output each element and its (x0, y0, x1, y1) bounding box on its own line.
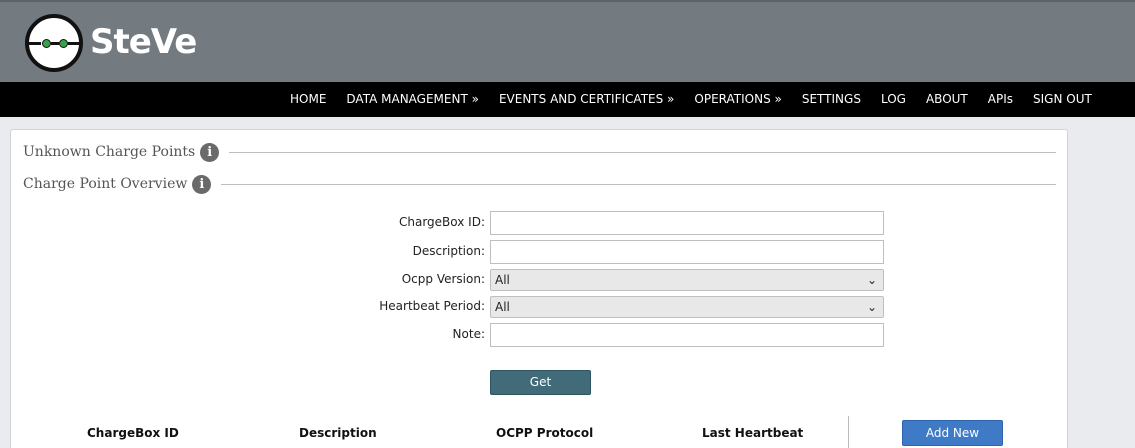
content-panel: Unknown Charge Points i Charge Point Ove… (10, 129, 1068, 448)
add-new-button[interactable]: Add New (902, 420, 1003, 446)
ocpp-version-value: All (495, 273, 510, 287)
nav-settings[interactable]: SETTINGS (792, 82, 871, 117)
site-header: SteVe (0, 0, 1135, 82)
chargebox-id-row: ChargeBox ID: (11, 211, 1069, 235)
steve-logo-icon[interactable] (25, 14, 83, 72)
note-row: Note: (11, 323, 1069, 347)
chevron-down-icon: ⌄ (866, 273, 877, 287)
logo-text[interactable]: SteVe (90, 22, 197, 62)
section-title-unknown: Unknown Charge Points (23, 144, 196, 160)
column-header-ocpp-protocol[interactable]: OCPP Protocol (496, 426, 593, 440)
heartbeat-period-row: Heartbeat Period: All ⌄ (11, 296, 1069, 320)
heartbeat-period-value: All (495, 300, 510, 314)
nav-apis[interactable]: APIs (978, 82, 1023, 117)
nav-about[interactable]: ABOUT (916, 82, 978, 117)
nav-log[interactable]: LOG (871, 82, 916, 117)
column-header-description[interactable]: Description (299, 426, 377, 440)
ocpp-version-row: Ocpp Version: All ⌄ (11, 269, 1069, 293)
ocpp-version-select[interactable]: All ⌄ (490, 269, 884, 291)
nav-sign-out[interactable]: SIGN OUT (1023, 82, 1102, 117)
section-divider (221, 183, 1056, 185)
heartbeat-period-label: Heartbeat Period: (379, 299, 485, 313)
nav-data-management[interactable]: DATA MANAGEMENT » (336, 82, 489, 117)
note-label: Note: (452, 327, 485, 341)
column-header-last-heartbeat[interactable]: Last Heartbeat (702, 426, 803, 440)
chevron-down-icon: ⌄ (866, 300, 877, 314)
section-divider (229, 151, 1056, 153)
column-header-chargebox-id[interactable]: ChargeBox ID (87, 426, 179, 440)
description-row: Description: (11, 240, 1069, 264)
charge-point-overview-section: Charge Point Overview i (23, 172, 1056, 196)
note-input[interactable] (490, 323, 884, 347)
unknown-charge-points-section: Unknown Charge Points i (23, 140, 1056, 164)
description-label: Description: (412, 244, 485, 258)
chargebox-id-input[interactable] (490, 211, 884, 235)
info-icon[interactable]: i (192, 174, 212, 194)
heartbeat-period-select[interactable]: All ⌄ (490, 296, 884, 318)
info-icon[interactable]: i (200, 142, 220, 162)
get-button[interactable]: Get (490, 370, 591, 395)
main-nav: HOME DATA MANAGEMENT » EVENTS AND CERTIF… (0, 82, 1135, 117)
chargebox-id-label: ChargeBox ID: (398, 215, 485, 229)
column-divider (848, 416, 849, 448)
description-input[interactable] (490, 240, 884, 264)
section-title-overview: Charge Point Overview (23, 176, 188, 192)
nav-events-certificates[interactable]: EVENTS AND CERTIFICATES » (489, 82, 684, 117)
nav-home[interactable]: HOME (280, 82, 336, 117)
ocpp-version-label: Ocpp Version: (401, 272, 485, 286)
nav-operations[interactable]: OPERATIONS » (684, 82, 791, 117)
